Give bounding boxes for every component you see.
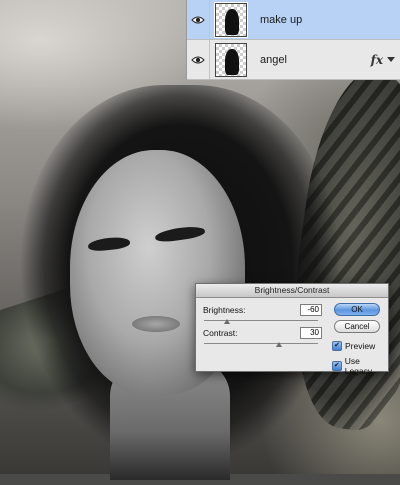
ok-button[interactable]: OK (334, 303, 380, 316)
use-legacy-checkbox-row[interactable]: ✔ Use Legacy (332, 356, 388, 376)
layer-name: make up (260, 13, 303, 26)
cancel-button[interactable]: Cancel (334, 320, 380, 333)
contrast-input[interactable]: 30 (300, 327, 322, 339)
layer-row-angel[interactable]: angel fx (187, 40, 400, 80)
fx-icon[interactable]: fx (371, 53, 383, 67)
layers-panel: make up angel fx (186, 0, 400, 80)
contrast-label: Contrast: (203, 328, 238, 338)
preview-checkbox-row[interactable]: ✔ Preview (332, 341, 375, 351)
layer-thumbnail (214, 1, 248, 38)
preview-label: Preview (345, 341, 376, 351)
brightness-contrast-dialog: Brightness/Contrast Brightness: -60 Cont… (195, 283, 389, 376)
contrast-slider-knob[interactable] (276, 342, 282, 347)
layer-row-make-up[interactable]: make up (187, 0, 400, 40)
layer-visibility-toggle[interactable] (187, 40, 210, 79)
layer-thumbnail (215, 42, 247, 77)
fx-expand-arrow-icon[interactable] (387, 57, 395, 62)
eye-icon (191, 16, 205, 23)
lips (132, 316, 180, 332)
brightness-slider-knob[interactable] (224, 319, 230, 324)
brightness-label: Brightness: (203, 305, 246, 315)
preview-checkbox[interactable]: ✔ (332, 341, 342, 351)
dialog-title[interactable]: Brightness/Contrast (196, 284, 388, 298)
use-legacy-checkbox[interactable]: ✔ (332, 361, 342, 371)
layer-name: angel (260, 53, 287, 66)
brightness-input[interactable]: -60 (300, 304, 322, 316)
use-legacy-label: Use Legacy (344, 356, 373, 376)
eye-icon (191, 56, 205, 63)
layer-visibility-toggle[interactable] (187, 0, 210, 39)
contrast-slider[interactable] (204, 343, 318, 344)
brightness-slider[interactable] (204, 320, 318, 321)
